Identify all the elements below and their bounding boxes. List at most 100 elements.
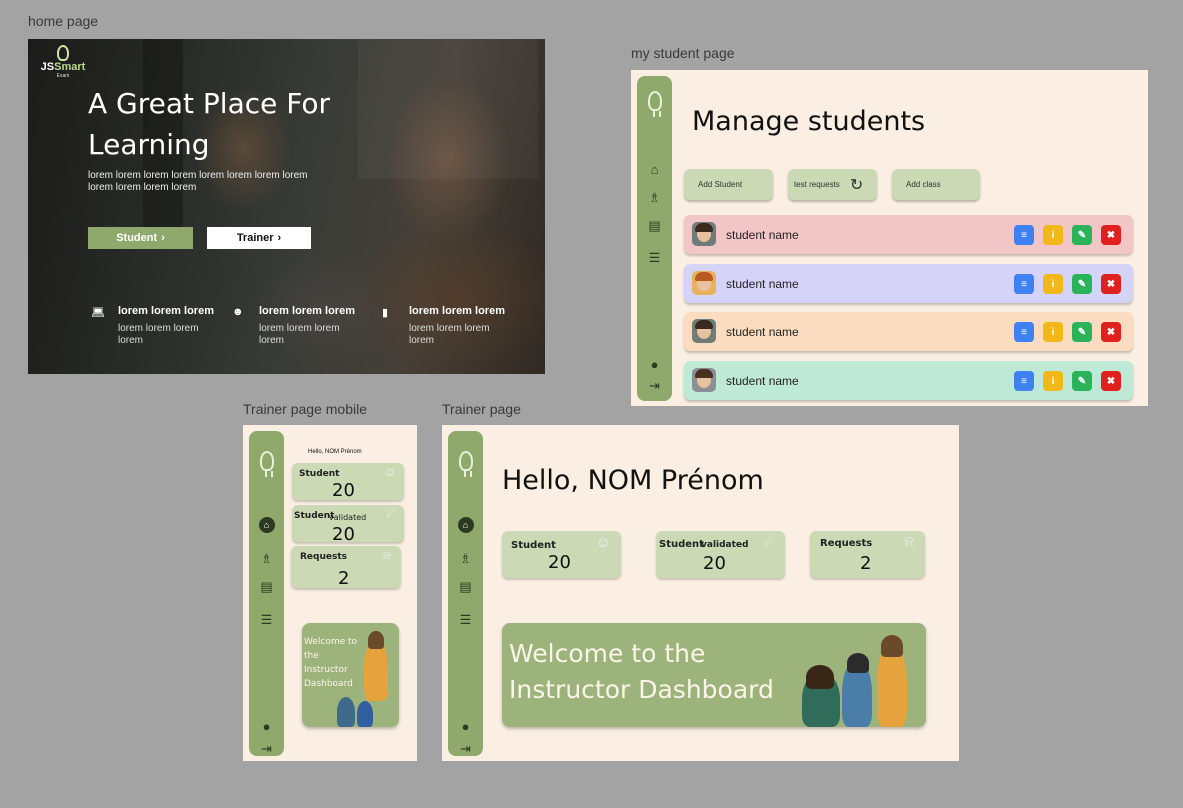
sidebar: ⌂ ♗ ▤ ☰ ● ⇥: [448, 431, 483, 756]
bell-icon: ⍾: [904, 533, 914, 550]
feature-item: ☻ lorem lorem lorem lorem lorem lorem lo…: [232, 305, 362, 347]
character-illustration: [368, 631, 384, 649]
user-icon[interactable]: ●: [457, 720, 475, 734]
avatar: [692, 271, 716, 295]
student-name: student name: [726, 325, 799, 339]
stat-sublabel: validated: [701, 540, 749, 550]
frame-label-mystudent: my student page: [631, 45, 735, 61]
feature-item: ▮ lorem lorem lorem lorem lorem lorem lo…: [382, 305, 512, 347]
sidebar: ⌂ ♗ ▤ ☰ ● ⇥: [249, 431, 284, 756]
logo-sub: Exam: [56, 73, 70, 79]
add-student-button[interactable]: Add Student: [684, 169, 773, 200]
refresh-icon: ↻: [849, 176, 864, 194]
edit-icon[interactable]: ✎: [1072, 274, 1092, 294]
stat-value: 2: [860, 553, 872, 574]
student-button[interactable]: Student ›: [88, 227, 193, 249]
test-requests-label: test requests: [794, 180, 840, 189]
stat-card-validated[interactable]: Student validated 20 ☄: [292, 505, 404, 545]
home-icon[interactable]: ⌂: [457, 517, 474, 533]
edit-icon[interactable]: ✎: [1072, 225, 1092, 245]
character-illustration: [806, 665, 834, 689]
logo[interactable]: JSSmart Exam: [38, 45, 88, 79]
trainer-button[interactable]: Trainer ›: [207, 227, 311, 249]
info-icon[interactable]: i: [1043, 322, 1063, 342]
document-icon[interactable]: ☰: [457, 613, 475, 627]
stat-label: Student: [511, 540, 556, 551]
home-icon[interactable]: ⌂: [258, 517, 275, 533]
add-class-button[interactable]: Add class: [892, 169, 980, 200]
feature-title: lorem lorem lorem: [118, 305, 214, 317]
info-icon[interactable]: i: [1043, 371, 1063, 391]
edit-icon[interactable]: ✎: [1072, 371, 1092, 391]
character-illustration: [847, 653, 869, 673]
stat-value: 20: [332, 524, 355, 545]
character-illustration: [357, 701, 373, 727]
logo-smart: Smart: [54, 61, 86, 73]
delete-icon[interactable]: ✖: [1101, 274, 1121, 294]
feature-title: lorem lorem lorem: [409, 305, 505, 317]
greeting: Hello, NOM Prénom: [308, 449, 362, 455]
welcome-banner: Welcome to the Instructor Dashboard: [302, 623, 399, 727]
laptop-icon: 💻︎: [91, 307, 105, 319]
document-icon[interactable]: ☰: [646, 251, 664, 265]
stat-card-requests[interactable]: Requests 2 ⍾: [291, 546, 401, 589]
delete-icon[interactable]: ✖: [1101, 322, 1121, 342]
student-row[interactable]: student name ≡ i ✎ ✖: [684, 215, 1133, 254]
feature-title: lorem lorem lorem: [259, 305, 355, 317]
feature-text: lorem lorem lorem lorem: [118, 323, 199, 346]
logout-icon[interactable]: ⇥: [258, 742, 276, 756]
edit-icon[interactable]: ✎: [1072, 322, 1092, 342]
student-row[interactable]: student name ≡ i ✎ ✖: [684, 264, 1133, 303]
report-icon[interactable]: ≡: [1014, 225, 1034, 245]
trainer-button-label: Trainer: [236, 232, 274, 244]
test-requests-button[interactable]: test requests ↻: [788, 169, 877, 200]
graduation-cap-icon[interactable]: ♗: [646, 191, 664, 205]
avatar: [692, 222, 716, 246]
stat-card-students[interactable]: Student 20 ☺: [292, 463, 404, 501]
user-icon[interactable]: ●: [646, 358, 664, 372]
hero-description: lorem lorem lorem lorem lorem lorem lore…: [88, 170, 308, 193]
delete-icon[interactable]: ✖: [1101, 225, 1121, 245]
book-icon[interactable]: ▤: [258, 580, 276, 594]
student-row[interactable]: student name ≡ i ✎ ✖: [684, 361, 1133, 400]
stat-label: Requests: [820, 538, 873, 549]
feature-text: lorem lorem lorem lorem: [259, 323, 340, 346]
stat-card-validated[interactable]: Student validated 20 ☄: [656, 531, 785, 578]
logout-icon[interactable]: ⇥: [646, 379, 664, 393]
delete-icon[interactable]: ✖: [1101, 371, 1121, 391]
frame-label-trainer: Trainer page: [442, 401, 521, 417]
user-icon: ☺: [383, 465, 396, 479]
bulb-logo-icon[interactable]: [458, 451, 473, 477]
greeting: Hello, NOM Prénom: [502, 465, 764, 496]
stat-label: Requests: [300, 552, 348, 562]
stat-sublabel: validated: [329, 513, 367, 522]
banner-text: Welcome to the Instructor Dashboard: [304, 637, 358, 689]
stat-card-students[interactable]: Student 20 ☺: [502, 531, 621, 578]
info-icon[interactable]: i: [1043, 274, 1063, 294]
user-icon: ☺: [595, 534, 611, 551]
student-row[interactable]: student name ≡ i ✎ ✖: [684, 312, 1133, 351]
student-button-label: Student: [116, 232, 158, 244]
chevron-right-icon: ›: [277, 232, 282, 244]
stat-card-requests[interactable]: Requests 2 ⍾: [810, 531, 925, 578]
bell-icon: ⍾: [383, 548, 391, 562]
user-icon[interactable]: ●: [258, 720, 276, 734]
report-icon[interactable]: ≡: [1014, 274, 1034, 294]
bulb-logo-icon[interactable]: [259, 451, 274, 477]
graduation-cap-icon[interactable]: ♗: [258, 552, 276, 566]
stat-value: 20: [548, 552, 571, 573]
bulb-logo-icon[interactable]: [647, 91, 662, 117]
report-icon[interactable]: ≡: [1014, 371, 1034, 391]
info-icon[interactable]: i: [1043, 225, 1063, 245]
home-icon[interactable]: ⌂: [646, 163, 664, 177]
book-icon[interactable]: ▤: [646, 219, 664, 233]
document-icon[interactable]: ☰: [258, 613, 276, 627]
character-illustration: [881, 635, 903, 657]
feature-text: lorem lorem lorem lorem: [409, 323, 490, 346]
welcome-banner: Welcome to the Instructor Dashboard: [502, 623, 926, 727]
logout-icon[interactable]: ⇥: [457, 742, 475, 756]
graduation-cap-icon[interactable]: ♗: [457, 552, 475, 566]
report-icon[interactable]: ≡: [1014, 322, 1034, 342]
banner-line-1: Welcome to the: [509, 639, 706, 668]
book-icon[interactable]: ▤: [457, 580, 475, 594]
